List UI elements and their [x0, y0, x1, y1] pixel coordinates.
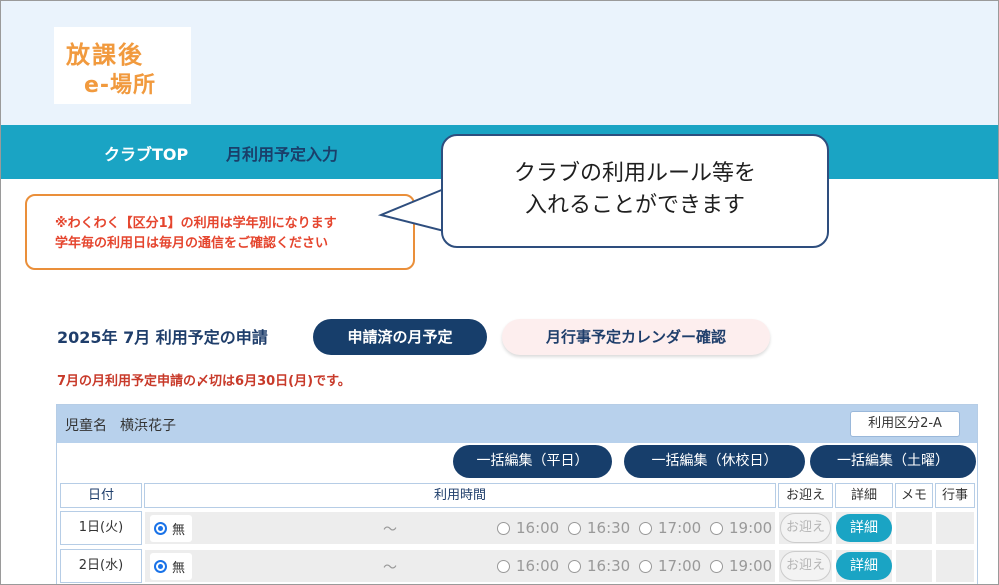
radio-selected-icon[interactable]: [154, 522, 167, 535]
row-detail-cell: 詳細: [835, 511, 893, 545]
radio-selected-icon[interactable]: [154, 560, 167, 573]
row-memo-cell: [895, 511, 933, 545]
column-header-pickup: お迎え: [778, 483, 833, 508]
child-name-label: 児童名: [65, 418, 107, 434]
nav-monthly-plan-input[interactable]: 月利用予定入力: [226, 141, 338, 165]
app-frame: 放課後 e-場所 クラブTOP 月利用予定入力 ※わくわく【区分1】の利用は学年…: [0, 0, 999, 585]
nav-club-top[interactable]: クラブTOP: [104, 141, 188, 165]
none-option-label: 無: [172, 523, 186, 538]
plan-panel: 児童名 横浜花子 利用区分2-A 一括編集（平日） 一括編集（休校日） 一括編集…: [56, 404, 978, 584]
time-slot-label: 17:00: [658, 557, 702, 575]
callout-line-1: クラブの利用ルール等を: [513, 161, 756, 186]
table-row: 1日(火) 無 〜 16:00 16:30 17:00 19:00 お迎え 詳細: [57, 511, 977, 547]
logo-line1: 放課後: [66, 41, 144, 69]
site-header: 放課後 e-場所: [1, 1, 998, 125]
event-calendar-button[interactable]: 月行事予定カレンダー確認: [502, 319, 770, 355]
none-option[interactable]: 無: [150, 515, 192, 542]
radio-unselected-icon[interactable]: [497, 522, 510, 535]
detail-button[interactable]: 詳細: [836, 514, 892, 542]
column-header-detail: 詳細: [835, 483, 893, 508]
callout-line-2: 入れることができます: [524, 193, 745, 218]
radio-unselected-icon[interactable]: [568, 522, 581, 535]
column-header-memo: メモ: [895, 483, 933, 508]
row-time-cell: 無 〜 16:00 16:30 17:00 19:00: [144, 511, 776, 545]
notice-line-2: 学年毎の利用日は毎月の通信をご確認ください: [55, 236, 329, 251]
row-date: 1日(火): [60, 511, 142, 545]
none-option[interactable]: 無: [150, 553, 192, 580]
time-slot-label: 19:00: [729, 557, 773, 575]
column-header-date: 日付: [60, 483, 142, 508]
annotation-callout: クラブの利用ルール等を 入れることができます: [441, 134, 829, 248]
none-option-label: 無: [172, 561, 186, 576]
row-detail-cell: 詳細: [835, 549, 893, 583]
deadline-text: 7月の月利用予定申請の〆切は6月30日(月)です。: [57, 374, 351, 389]
submitted-plan-button[interactable]: 申請済の月予定: [313, 319, 487, 355]
detail-button[interactable]: 詳細: [836, 552, 892, 580]
column-header-time: 利用時間: [144, 483, 776, 508]
page-title: 2025年 7月 利用予定の申請: [57, 328, 268, 347]
radio-unselected-icon[interactable]: [568, 560, 581, 573]
time-slot-label: 17:00: [658, 519, 702, 537]
bulk-edit-weekday-button[interactable]: 一括編集（平日）: [453, 445, 612, 478]
row-pickup-cell: お迎え: [778, 549, 833, 583]
range-separator: 〜: [383, 522, 397, 538]
radio-unselected-icon[interactable]: [497, 560, 510, 573]
radio-unselected-icon[interactable]: [710, 560, 723, 573]
panel-header: 児童名 横浜花子 利用区分2-A: [57, 405, 977, 443]
time-slot-label: 16:00: [516, 557, 560, 575]
pickup-button[interactable]: お迎え: [780, 551, 831, 581]
notice-line-1: ※わくわく【区分1】の利用は学年別になります: [55, 216, 337, 231]
logo-line2: e-場所: [84, 73, 157, 98]
row-event-cell: [935, 511, 975, 545]
radio-unselected-icon[interactable]: [639, 560, 652, 573]
bulk-edit-saturday-button[interactable]: 一括編集（土曜）: [810, 445, 976, 478]
time-slot-label: 19:00: [729, 519, 773, 537]
time-slot-label: 16:30: [587, 557, 631, 575]
row-date: 2日(水): [60, 549, 142, 583]
row-memo-cell: [895, 549, 933, 583]
site-logo[interactable]: 放課後 e-場所: [54, 27, 191, 104]
radio-unselected-icon[interactable]: [710, 522, 723, 535]
table-row: 2日(水) 無 〜 16:00 16:30 17:00 19:00 お迎え 詳細: [57, 549, 977, 584]
range-separator: 〜: [383, 560, 397, 576]
club-rule-notice: ※わくわく【区分1】の利用は学年別になります 学年毎の利用日は毎月の通信をご確認…: [25, 194, 415, 270]
radio-unselected-icon[interactable]: [639, 522, 652, 535]
pickup-button[interactable]: お迎え: [780, 513, 831, 543]
row-time-cell: 無 〜 16:00 16:30 17:00 19:00: [144, 549, 776, 583]
column-header-event: 行事: [935, 483, 975, 508]
usage-category-badge: 利用区分2-A: [850, 411, 960, 437]
row-event-cell: [935, 549, 975, 583]
child-name: 横浜花子: [120, 418, 176, 434]
row-pickup-cell: お迎え: [778, 511, 833, 545]
time-slot-label: 16:30: [587, 519, 631, 537]
bulk-edit-holiday-button[interactable]: 一括編集（休校日）: [624, 445, 805, 478]
time-slot-label: 16:00: [516, 519, 560, 537]
